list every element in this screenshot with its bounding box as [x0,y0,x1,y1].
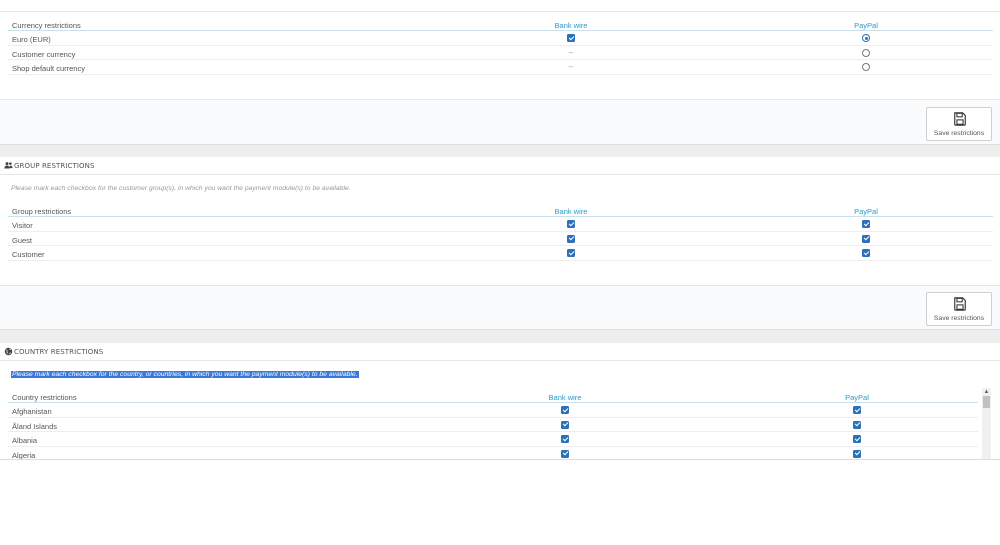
group-restrictions-panel: GROUP RESTRICTIONS Please mark each chec… [0,157,1000,329]
users-icon [4,162,13,169]
save-restrictions-label: Save restrictions [933,315,985,322]
checkbox-checked-icon [567,234,575,243]
table-row: Visitor [8,217,993,232]
checkbox[interactable] [567,220,575,228]
not-applicable-dash: -- [568,49,574,57]
checkbox[interactable] [853,420,861,429]
checkbox[interactable] [567,34,575,42]
column-header-paypal: PayPal [854,21,878,30]
panel-title: GROUP RESTRICTIONS [14,162,95,170]
checkbox[interactable] [862,220,870,228]
row-label: Guest [12,235,33,245]
scroll-up-arrow-icon[interactable]: ▲ [982,388,991,396]
column-header-label: Country restrictions [12,393,77,402]
row-label: Euro (EUR) [12,35,51,44]
checkbox-checked-icon [561,420,569,429]
help-text: Please mark each checkbox for the countr… [11,371,359,378]
checkbox[interactable] [862,234,870,243]
country-restrictions-panel: COUNTRY RESTRICTIONS Please mark each ch… [0,343,1000,460]
table-row: Customer [8,246,993,261]
checkbox[interactable] [561,449,569,458]
checkbox[interactable] [853,435,861,443]
table-header: Group restrictions Bank wire PayPal [8,204,993,217]
checkbox-checked-icon [853,420,861,429]
row-label: Customer [12,250,45,259]
row-label: Åland Islands [12,421,58,431]
table-header: Currency restrictions Bank wire PayPal [8,18,993,31]
row-label: Shop default currency [12,64,85,73]
column-header-paypal: PayPal [854,207,878,216]
table-row: Customer currency -- [8,46,993,60]
globe-icon [4,347,13,356]
table-row: Shop default currency -- [8,60,993,75]
checkbox-checked-icon [567,220,575,228]
panel-title: COUNTRY RESTRICTIONS [14,348,104,356]
table-row: Åland Islands [8,418,978,432]
table-row: Algeria [8,447,978,460]
radio-button[interactable] [862,34,870,42]
checkbox[interactable] [862,249,870,257]
checkbox-checked-icon [853,449,861,458]
floppy-disk-icon [954,297,966,311]
panel-divider [0,11,1000,12]
column-header-bank-wire: Bank wire [554,21,588,30]
checkbox-checked-icon [862,249,870,257]
checkbox-checked-icon [853,435,861,443]
row-label: Albania [12,436,38,445]
column-header-paypal: PayPal [845,393,869,402]
radio-button[interactable] [862,63,870,71]
checkbox[interactable] [567,234,575,243]
checkbox-checked-icon [862,234,870,243]
table-row: Euro (EUR) [8,31,993,46]
checkbox[interactable] [561,420,569,429]
checkbox-checked-icon [561,406,569,414]
row-label: Visitor [12,221,33,230]
save-restrictions-label: Save restrictions [933,130,985,137]
panel-heading: COUNTRY RESTRICTIONS [0,343,1000,361]
radio-unselected-icon [862,63,870,71]
checkbox[interactable] [561,435,569,443]
currency-restrictions-panel: Currency restrictions Bank wire PayPal E… [0,0,1000,144]
checkbox-checked-icon [561,435,569,443]
checkbox[interactable] [567,249,575,257]
radio-selected-icon [862,34,870,42]
checkbox-checked-icon [862,220,870,228]
floppy-disk-icon [954,112,966,126]
checkbox-checked-icon [567,249,575,257]
radio-unselected-icon [862,48,870,57]
group-restrictions-table: Group restrictions Bank wire PayPal Visi… [8,204,993,261]
save-restrictions-button[interactable]: Save restrictions [926,292,992,326]
row-label: Afghanistan [12,407,52,416]
country-table-scrollbar[interactable]: ▲ [982,388,991,459]
panel-heading: GROUP RESTRICTIONS [0,157,1000,175]
save-restrictions-button[interactable]: Save restrictions [926,107,992,141]
checkbox[interactable] [853,406,861,414]
column-header-bank-wire: Bank wire [548,393,582,402]
table-row: Guest [8,232,993,246]
column-header-bank-wire: Bank wire [554,207,588,216]
row-label: Algeria [12,450,36,460]
radio-button[interactable] [862,48,870,57]
panel-gap [0,329,1000,343]
checkbox-checked-icon [853,406,861,414]
column-header-label: Currency restrictions [12,21,81,30]
checkbox[interactable] [561,406,569,414]
scrollbar-thumb[interactable] [983,396,990,408]
currency-panel-footer: Save restrictions [0,99,1000,144]
currency-restrictions-table: Currency restrictions Bank wire PayPal E… [8,18,993,75]
row-label: Customer currency [12,49,76,59]
group-panel-footer: Save restrictions [0,285,1000,329]
checkbox[interactable] [853,449,861,458]
table-row: Albania [8,432,978,447]
table-row: Afghanistan [8,403,978,418]
table-header: Country restrictions Bank wire PayPal [8,390,978,403]
checkbox-checked-icon [567,34,575,42]
column-header-label: Group restrictions [12,207,72,216]
help-text: Please mark each checkbox for the custom… [11,185,351,192]
checkbox-checked-icon [561,449,569,458]
not-applicable-dash: -- [568,64,574,71]
country-restrictions-table: Country restrictions Bank wire PayPal Af… [8,390,978,460]
panel-gap [0,144,1000,157]
